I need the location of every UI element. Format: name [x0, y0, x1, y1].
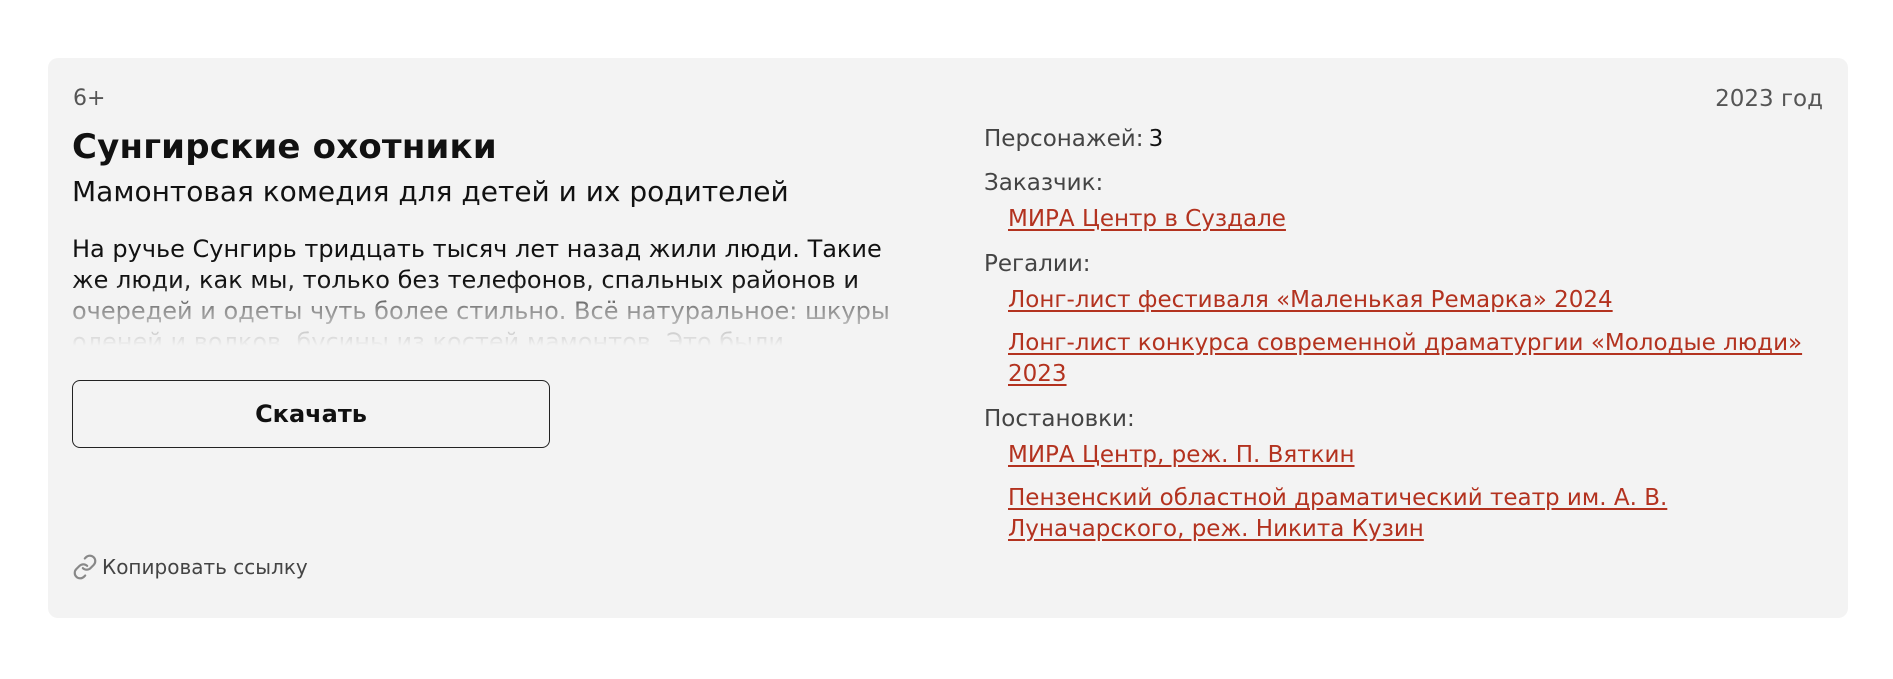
copy-link-button[interactable]: Копировать ссылку [72, 554, 308, 580]
productions-links: МИРА Центр, реж. П. Вяткин Пензенский об… [984, 440, 1824, 545]
play-title: Сунгирские охотники [72, 127, 497, 167]
play-card: 6+ 2023 год Сунгирские охотники Мамонтов… [48, 58, 1848, 618]
copy-link-label: Копировать ссылку [102, 555, 308, 579]
productions-label: Постановки: [984, 406, 1135, 432]
play-info: Сунгирские охотники Мамонтовая комедия д… [72, 126, 912, 346]
awards-section: Регалии: Лонг-лист фестиваля «Маленькая … [984, 249, 1824, 390]
description-container: На ручье Сунгирь тридцать тысяч лет наза… [72, 234, 912, 346]
production-link[interactable]: МИРА Центр, реж. П. Вяткин [1008, 440, 1824, 471]
characters-row: Персонажей: 3 [984, 124, 1824, 154]
customer-label: Заказчик: [984, 170, 1104, 196]
description-fade [72, 284, 912, 346]
age-rating: 6+ [73, 86, 106, 111]
characters-label: Персонажей: [984, 126, 1144, 152]
awards-label: Регалии: [984, 251, 1091, 277]
download-button[interactable]: Скачать [72, 380, 550, 448]
production-link[interactable]: Пензенский областной драматический театр… [1008, 483, 1824, 545]
characters-count: 3 [1148, 126, 1164, 152]
customer-link[interactable]: МИРА Центр в Суздале [1008, 204, 1824, 235]
play-year: 2023 год [1715, 86, 1823, 112]
play-subtitle: Мамонтовая комедия для детей и их родите… [72, 175, 789, 208]
link-icon [72, 554, 98, 580]
awards-links: Лонг-лист фестиваля «Маленькая Ремарка» … [984, 285, 1824, 390]
award-link[interactable]: Лонг-лист фестиваля «Маленькая Ремарка» … [1008, 285, 1824, 316]
productions-section: Постановки: МИРА Центр, реж. П. Вяткин П… [984, 404, 1824, 545]
customer-section: Заказчик: МИРА Центр в Суздале [984, 168, 1824, 235]
play-details: Персонажей: 3 Заказчик: МИРА Центр в Суз… [984, 124, 1824, 559]
customer-links: МИРА Центр в Суздале [984, 204, 1824, 235]
award-link[interactable]: Лонг-лист конкурса современной драматург… [1008, 328, 1824, 390]
